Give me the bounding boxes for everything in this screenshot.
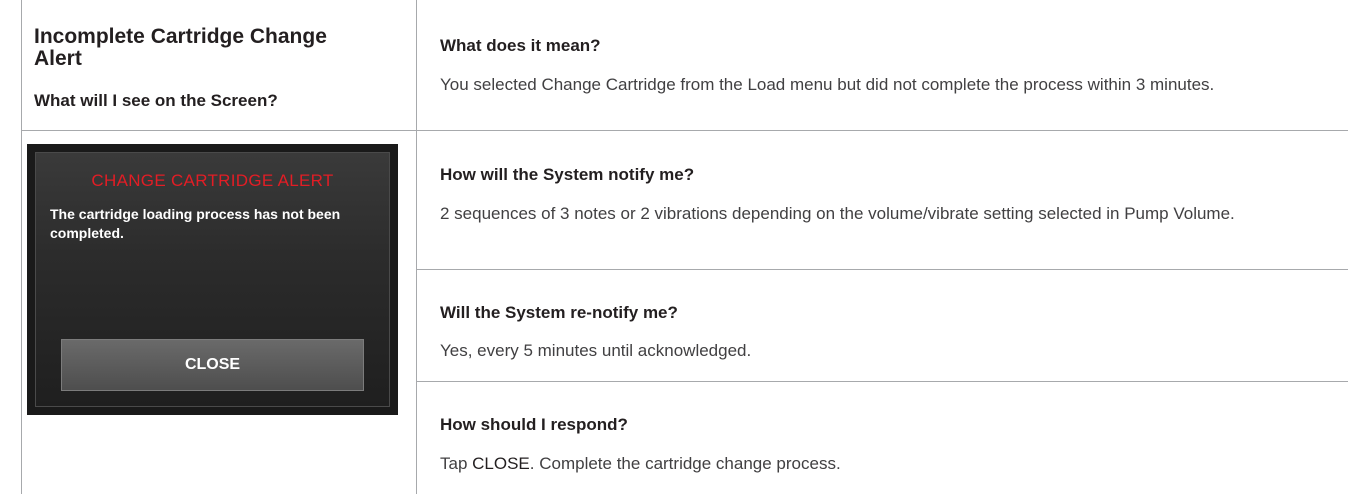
faq-question: Will the System re-notify me? xyxy=(440,303,678,322)
faq-row-renotify: Will the System re-notify me? Yes, every… xyxy=(416,269,1348,382)
close-button[interactable]: CLOSE xyxy=(61,339,364,391)
faq-row-notify: How will the System notify me? 2 sequenc… xyxy=(416,130,1348,270)
faq-question: How should I respond? xyxy=(440,415,628,434)
faq-question: What does it mean? xyxy=(440,36,601,55)
answer-emphasis: CLOSE xyxy=(472,454,530,473)
alert-summary-column: Incomplete Cartridge Change Alert What w… xyxy=(21,0,417,494)
faq-answer: Tap CLOSE. Complete the cartridge change… xyxy=(440,451,1320,476)
screen-alert-heading: CHANGE CARTRIDGE ALERT xyxy=(91,171,334,190)
faq-row-meaning: What does it mean? You selected Change C… xyxy=(416,0,1348,130)
faq-answer: 2 sequences of 3 notes or 2 vibrations d… xyxy=(440,204,1235,223)
answer-prefix: Tap xyxy=(440,454,473,473)
faq-answer: You selected Change Cartridge from the L… xyxy=(440,75,1215,94)
faq-column: What does it mean? You selected Change C… xyxy=(416,0,1348,494)
divider xyxy=(22,130,416,131)
alert-title: Incomplete Cartridge Change Alert xyxy=(34,25,327,70)
answer-suffix: . Complete the cartridge change process. xyxy=(529,454,841,473)
alert-reference-page: Incomplete Cartridge Change Alert What w… xyxy=(0,0,1348,494)
faq-question: How will the System notify me? xyxy=(440,165,695,184)
screen-alert-message: The cartridge loading process has not be… xyxy=(50,206,341,241)
faq-row-respond: How should I respond? Tap CLOSE. Complet… xyxy=(416,381,1348,495)
pump-screen-image: CHANGE CARTRIDGE ALERT The cartridge loa… xyxy=(27,144,398,415)
faq-answer: Yes, every 5 minutes until acknowledged. xyxy=(440,341,752,360)
pump-screen: CHANGE CARTRIDGE ALERT The cartridge loa… xyxy=(35,152,390,407)
screen-question: What will I see on the Screen? xyxy=(34,91,278,110)
